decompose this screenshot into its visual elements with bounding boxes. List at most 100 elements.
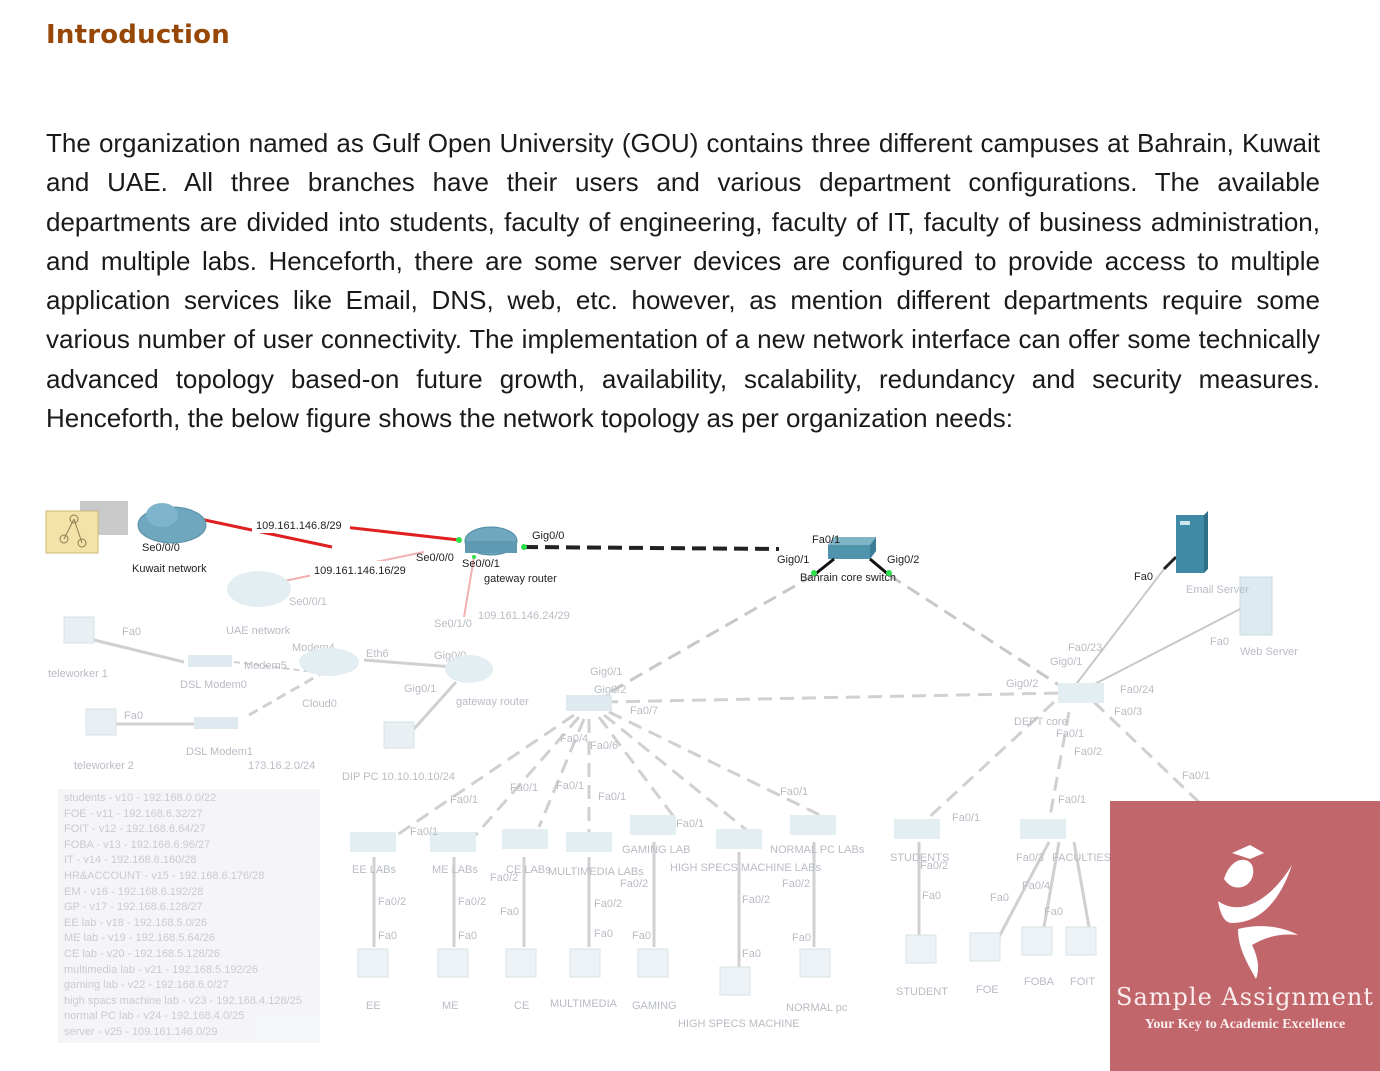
lab-ce[interactable]: CE LABs CE — [502, 829, 551, 1012]
lab-normal-pc[interactable]: NORMAL PC LABs NORMAL pc — [770, 815, 865, 1014]
vlan-entry: ME lab - v19 - 192.168.5.64/26 — [64, 932, 216, 945]
student-pc[interactable] — [905, 934, 937, 964]
lab-switch-label: NORMAL PC LABs — [770, 844, 865, 856]
graduate-figure-icon — [1218, 845, 1298, 979]
lab-sw-gig02: Gig0/2 — [594, 684, 626, 696]
lab-sw-fa06: Fa0/6 — [590, 740, 618, 752]
lab-pc-label: HIGH SPECS MACHINE — [678, 1018, 800, 1030]
dept-fa02: Fa0/2 — [1074, 746, 1102, 758]
dsl-modem1[interactable] — [194, 717, 238, 729]
email-fa0: Fa0 — [1134, 571, 1153, 583]
teleworker2-label: teleworker 2 — [74, 760, 134, 772]
kuwait-network-cloud[interactable] — [137, 503, 207, 544]
modem5-label: Modem5 — [244, 660, 287, 672]
student-pc-label: STUDENT — [896, 986, 948, 998]
vlan-entry: high spacs machine lab - v23 - 192.168.4… — [64, 994, 302, 1007]
lab-pc-label: NORMAL pc — [786, 1002, 848, 1014]
kuwait-port-label: Se0/0/0 — [142, 542, 180, 554]
foit-pc[interactable] — [1065, 926, 1097, 956]
foba-pc-label: FOBA — [1024, 976, 1055, 988]
port-label: Fa0 — [1044, 906, 1063, 918]
gateway2-label: gateway router — [456, 696, 529, 708]
link3-subnet: 109.161.146.24/29 — [478, 610, 570, 622]
dsl-modem0[interactable] — [188, 655, 232, 667]
email-server-label: Email Server — [1186, 584, 1249, 596]
vlan-entry: GP - v17 - 192.168.6.128/27 — [64, 901, 203, 914]
lab-sw-fa07: Fa0/7 — [630, 705, 658, 717]
port-label: Fa0/2 — [458, 896, 486, 908]
port-label: Fa0/1 — [410, 826, 438, 838]
vlan-entry: CE lab - v20 - 192.168.5.128/26 — [64, 947, 220, 960]
lab-gaming[interactable]: GAMING LAB GAMING — [622, 815, 690, 1012]
fa0-label: Fa0 — [124, 710, 143, 722]
port-label: Fa0/3 — [1016, 852, 1044, 864]
vlan-entry: EE lab - v18 - 192.168.5.0/26 — [64, 916, 208, 929]
lab-sw-fa04: Fa0/4 — [560, 733, 588, 745]
se010-label: Se0/1/0 — [434, 618, 472, 630]
core-gig01: Gig0/1 — [777, 554, 809, 566]
vlan-entry: students - v10 - 192.168.0.0/22 — [64, 792, 217, 804]
foba-pc[interactable] — [1021, 926, 1053, 956]
lab-high-specs[interactable]: HIGH SPECS MACHINE LABs HIGH SPECS MACHI… — [670, 829, 821, 1030]
port-label: Fa0/1 — [1182, 770, 1210, 782]
lab-switch-label: ME LABs — [432, 864, 478, 876]
teleworker2-pc[interactable] — [85, 708, 117, 736]
core-fa01: Fa0/1 — [812, 534, 840, 546]
port-label: Fa0/1 — [598, 791, 626, 803]
port-label: Fa0 — [632, 930, 651, 942]
lab-distribution-switch[interactable] — [566, 695, 612, 711]
section-heading: Introduction — [46, 20, 230, 50]
port-label: Fa0/1 — [676, 818, 704, 830]
vlan-entry: FOIT - v12 - 192.168.6.64/27 — [64, 823, 206, 836]
gateway-router-2[interactable] — [445, 655, 493, 683]
uae-network-cloud[interactable] — [227, 571, 291, 607]
port-label: Fa0/2 — [594, 898, 622, 910]
lab-switch-label: HIGH SPECS MACHINE LABs — [670, 862, 821, 874]
cloud0[interactable] — [299, 648, 359, 676]
lab-pc-label: GAMING — [632, 1000, 677, 1012]
dept-core-switch[interactable] — [1058, 683, 1104, 703]
port-label: Fa0/1 — [780, 786, 808, 798]
lab-switch-label: EE LABs — [352, 864, 397, 876]
link1-subnet: 109.161.146.8/29 — [256, 520, 342, 532]
lab-pc-label: CE — [514, 1000, 529, 1012]
vlan-entry: FOE - v11 - 192.168.6.32/27 — [64, 807, 203, 820]
watermark-tagline: Your Key to Academic Excellence — [1144, 1017, 1346, 1032]
kuwait-network-label: Kuwait network — [132, 563, 207, 575]
port-label: Fa0 — [500, 906, 519, 918]
gateway-router[interactable] — [464, 526, 518, 556]
faculties-switch[interactable] — [1020, 819, 1066, 839]
vlan-entry: gaming lab - v22 - 192.168.6.0/27 — [64, 979, 229, 992]
port-label: Fa0 — [458, 930, 477, 942]
vlan-entry: multimedia lab - v21 - 192.168.5.192/26 — [64, 963, 258, 976]
gw-port-gig00: Gig0/0 — [532, 530, 564, 542]
dip-pc[interactable] — [383, 721, 415, 749]
foit-pc-label: FOIT — [1070, 976, 1095, 988]
dsl-modem0-label: DSL Modem0 — [180, 679, 247, 691]
foe-pc[interactable] — [969, 932, 1001, 962]
vlan-entry: HR&ACCOUNT - v15 - 192.168.6.176/28 — [64, 869, 265, 882]
port-label: Fa0 — [742, 948, 761, 960]
port-label: Fa0/1 — [952, 812, 980, 824]
gateway-router-label: gateway router — [484, 573, 557, 585]
port-label: Fa0/2 — [920, 860, 948, 872]
lab-pc-label: MULTIMEDIA — [550, 998, 618, 1010]
dept-core-label: DEPT core — [1014, 716, 1068, 728]
lab-sw-gig01: Gig0/1 — [590, 666, 622, 678]
uae-port-label: Se0/0/1 — [289, 596, 327, 608]
lab-multimedia[interactable]: MULTIMEDIA LABs MULTIMEDIA — [548, 832, 644, 1010]
telework-subnet: 173.16.2.0/24 — [248, 760, 315, 772]
email-server[interactable] — [1176, 511, 1208, 573]
students-switch[interactable] — [894, 819, 940, 839]
vlan-entry: EM - v16 - 192.168.6.192/28 — [64, 885, 204, 898]
port-label: Fa0 — [1210, 636, 1229, 648]
port-label: Fa0 — [990, 892, 1009, 904]
lab-switch-label: MULTIMEDIA LABs — [548, 866, 644, 878]
dept-gig01: Gig0/1 — [1050, 656, 1082, 668]
lab-pc-label: EE — [366, 1000, 381, 1012]
gw-port-se000: Se0/0/0 — [416, 552, 454, 564]
dept-fa03: Fa0/3 — [1114, 706, 1142, 718]
web-server-label: Web Server — [1240, 646, 1298, 658]
teleworker1-pc[interactable] — [63, 616, 95, 644]
link2-subnet: 109.161.146.16/29 — [314, 565, 406, 577]
